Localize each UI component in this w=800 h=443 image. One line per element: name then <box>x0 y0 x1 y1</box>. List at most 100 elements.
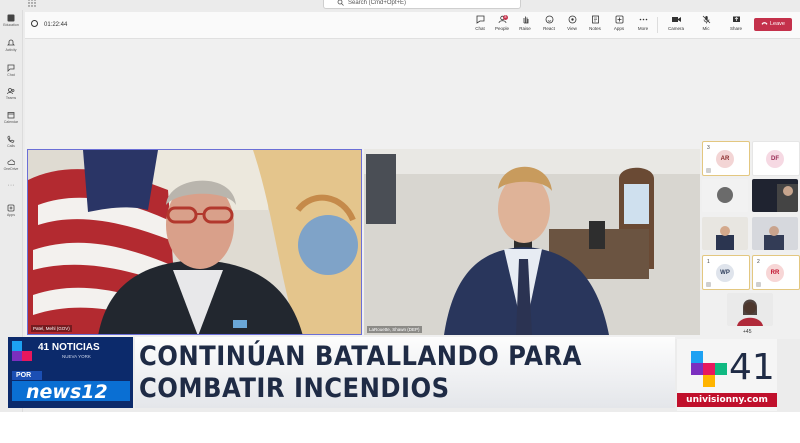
shield-icon <box>31 20 38 27</box>
view-label: View <box>567 26 577 31</box>
participant-tile-ar[interactable]: 3 AR <box>702 141 750 176</box>
mic-muted-icon <box>702 15 710 24</box>
logo-city: NUEVA YORK <box>62 354 91 359</box>
react-label: React <box>543 26 555 31</box>
logo-noticias: 41 NOTICIAS <box>38 342 100 353</box>
participant-video <box>777 184 798 212</box>
participant-tile-df[interactable]: DF <box>752 141 800 176</box>
mic-icon <box>706 282 711 287</box>
channel-number: 41 <box>729 347 775 388</box>
participant-video-tile[interactable] <box>702 179 748 212</box>
share-button[interactable]: Share <box>725 15 747 31</box>
react-button[interactable]: React <box>538 15 560 31</box>
rail-item-apps[interactable]: Apps <box>0 204 22 217</box>
hand-count: 1 <box>707 259 710 265</box>
teams-icon <box>7 88 15 95</box>
search-icon <box>337 0 344 6</box>
channel-url: univisionny.com <box>677 393 777 407</box>
more-icon <box>639 18 647 21</box>
framed-picture <box>366 154 396 224</box>
rail-item-calendar[interactable]: Calendar <box>0 111 22 124</box>
notes-button[interactable]: Notes <box>584 15 606 31</box>
video-tile-right[interactable]: LaRouette, Shawn (DEP) <box>364 149 700 335</box>
video-tile-left[interactable]: Patel, Mehl (GOV) <box>27 149 362 335</box>
calendar-icon <box>7 112 15 119</box>
overflow-count[interactable]: +45 <box>743 329 751 335</box>
participant-video <box>716 226 734 250</box>
rail-item-chat[interactable]: Chat <box>0 64 22 77</box>
mic-button[interactable]: Mic <box>695 15 717 31</box>
rail-item-label: Teams <box>5 96 17 100</box>
view-button[interactable]: View <box>561 15 583 31</box>
timer-text: 01:22:44 <box>44 22 68 28</box>
hand-count: 2 <box>757 259 760 265</box>
smiley-icon <box>545 15 553 24</box>
headline-line-1: CONTINÚAN BATALLANDO PARA <box>139 341 582 372</box>
meeting-stage: Patel, Mehl (GOV) LaRouette, Shawn (DEP) <box>25 39 800 339</box>
speaker-video <box>364 149 700 335</box>
participant-video-tile[interactable] <box>752 217 798 250</box>
rail-item-label: Calendar <box>3 120 19 124</box>
hand-icon <box>523 16 528 24</box>
participant-tile-wp[interactable]: 1 WP <box>702 255 750 290</box>
avatar: AR <box>716 150 734 168</box>
speaker-video <box>28 150 361 334</box>
more-label: More <box>637 26 649 31</box>
chat-icon <box>7 64 15 72</box>
rail-item-label: OneDrive <box>3 167 19 171</box>
rail-item-label: Calls <box>7 144 15 148</box>
cloud-icon <box>7 159 15 165</box>
camera-icon <box>671 17 681 22</box>
participant-video-tile[interactable] <box>727 293 773 326</box>
chat-label: Chat <box>475 26 485 31</box>
share-label: Share <box>729 26 742 31</box>
apps-button[interactable]: Apps <box>608 15 630 31</box>
participant-video <box>737 299 763 326</box>
app-launcher-icon[interactable] <box>28 0 36 7</box>
people-button[interactable]: 8 People <box>491 15 513 31</box>
leave-label: Leave <box>770 21 785 27</box>
rail-item-onedrive[interactable]: OneDrive <box>0 158 22 171</box>
toolbar-divider <box>657 17 658 33</box>
more-button[interactable]: More <box>632 15 654 31</box>
rail-item-label: Apps <box>7 213 15 217</box>
rail-item-activity[interactable]: Activity <box>0 39 22 52</box>
raise-hand-button[interactable]: Raise <box>514 15 536 31</box>
rail-education[interactable]: Education <box>0 14 22 27</box>
meeting-timer: 01:22:44 <box>31 20 67 28</box>
bottom-band <box>0 412 800 443</box>
logo-news12: news12 <box>26 381 108 403</box>
camera-label: Camera <box>667 26 684 31</box>
participant-video-tile[interactable] <box>702 217 748 250</box>
logo-por: POR <box>16 372 32 379</box>
participant-video-tile[interactable] <box>752 179 798 212</box>
participant-tile-rr[interactable]: 2 RR <box>752 255 800 290</box>
camera-button[interactable]: Camera <box>663 15 689 31</box>
notes-label: Notes <box>589 26 601 31</box>
mic-icon <box>756 282 761 287</box>
title-bar: Search (Cmd+Opt+E) <box>22 0 800 10</box>
add-app-icon <box>7 204 15 212</box>
hangup-icon <box>761 22 768 25</box>
rail-item-calls[interactable]: Calls <box>0 135 22 148</box>
bell-icon <box>7 39 15 46</box>
meeting-toolbar: 01:22:44 Chat 8 People Raise React View … <box>25 12 800 39</box>
chat-button[interactable]: Chat <box>469 15 491 31</box>
rail-item-teams[interactable]: Teams <box>0 87 22 100</box>
chat-icon <box>476 15 484 24</box>
rail-item-label: Activity <box>5 48 17 52</box>
search-input[interactable]: Search (Cmd+Opt+E) <box>323 0 521 9</box>
phone-icon <box>7 135 15 143</box>
hand-count: 3 <box>707 145 710 151</box>
participant-video <box>717 187 733 203</box>
rail-more[interactable]: ··· <box>0 182 22 189</box>
participant-name: LaRouette, Shawn (DEP) <box>367 326 422 333</box>
leave-button[interactable]: Leave <box>754 18 792 31</box>
rail-item-label: Chat <box>7 73 15 77</box>
avatar: WP <box>716 264 734 282</box>
news-lower-third: 41 NOTICIAS NUEVA YORK POR news12 CONTIN… <box>0 337 800 412</box>
avatar: RR <box>766 264 784 282</box>
raise-label: Raise <box>519 26 531 31</box>
view-icon <box>568 15 576 24</box>
more-icon: ··· <box>7 182 15 189</box>
